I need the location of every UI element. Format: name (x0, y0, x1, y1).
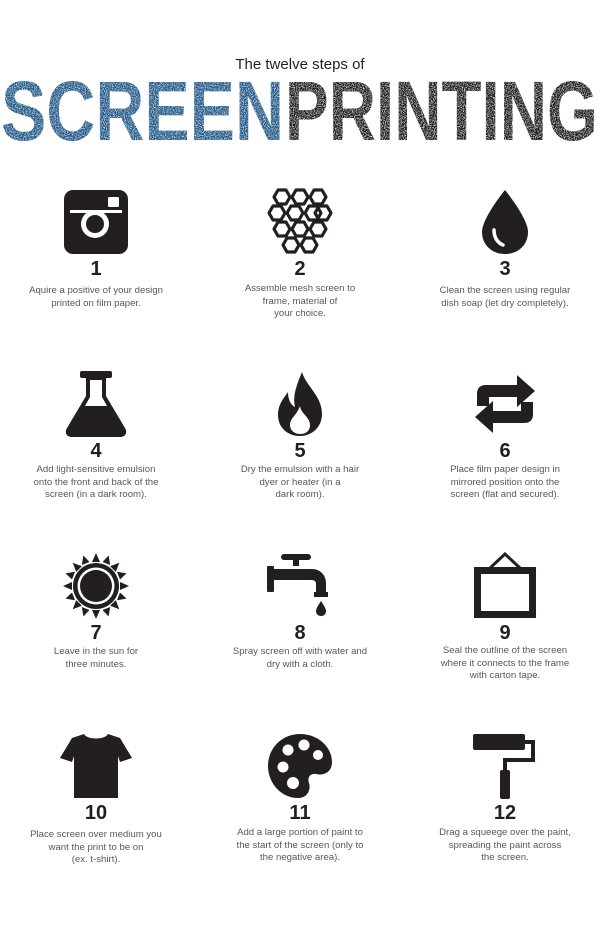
flask-icon (6, 370, 186, 446)
step-number: 12 (493, 802, 517, 824)
water-drop-icon (415, 188, 595, 264)
step-description: Leave in the sun for three minutes. (53, 646, 139, 670)
paint-roller-icon (415, 732, 595, 808)
step-number: 6 (499, 440, 511, 462)
instagram-camera-icon (6, 188, 186, 264)
step-description: Spray screen off with water and dry with … (232, 646, 368, 670)
step-number: 10 (84, 802, 108, 824)
step-number: 3 (499, 258, 511, 280)
step-description: Place film paper design in mirrored posit… (450, 464, 560, 501)
step-description: Dry the emulsion with a hair dyer or heat… (240, 464, 360, 501)
step-description: Clean the screen using regular dish soap … (439, 285, 571, 309)
step-description: Assemble mesh screen to frame, material o… (244, 283, 356, 320)
sun-icon (6, 552, 186, 628)
hexagon-mesh-icon (210, 188, 390, 264)
title-printing: PRINTING (285, 72, 598, 150)
step-description: Place screen over medium you want the pri… (30, 829, 162, 866)
step-description: Add light-sensitive emulsion onto the fro… (33, 464, 159, 501)
repeat-arrows-icon (415, 370, 595, 446)
title: SCREEN PRINTING (1, 72, 598, 150)
step-description: Add a large portion of paint to the start… (236, 827, 364, 864)
faucet-icon (210, 552, 390, 628)
step-number: 5 (294, 440, 306, 462)
hanging-frame-icon (415, 552, 595, 628)
step-number: 11 (289, 802, 311, 824)
step-description: Aquire a positive of your design printed … (29, 285, 163, 309)
step-number: 7 (90, 622, 102, 644)
step-number: 8 (294, 622, 306, 644)
paint-palette-icon (210, 732, 390, 808)
step-number: 9 (499, 622, 511, 644)
step-number: 1 (90, 258, 102, 280)
step-number: 4 (90, 440, 102, 462)
title-screen: SCREEN (1, 72, 284, 150)
step-number: 2 (294, 258, 306, 280)
subtitle: The twelve steps of (235, 56, 365, 73)
t-shirt-icon (6, 732, 186, 808)
step-description: Drag a squeege over the paint, spreading … (439, 827, 571, 864)
flame-icon (210, 370, 390, 446)
step-description: Seal the outline of the screen where it c… (440, 645, 570, 682)
